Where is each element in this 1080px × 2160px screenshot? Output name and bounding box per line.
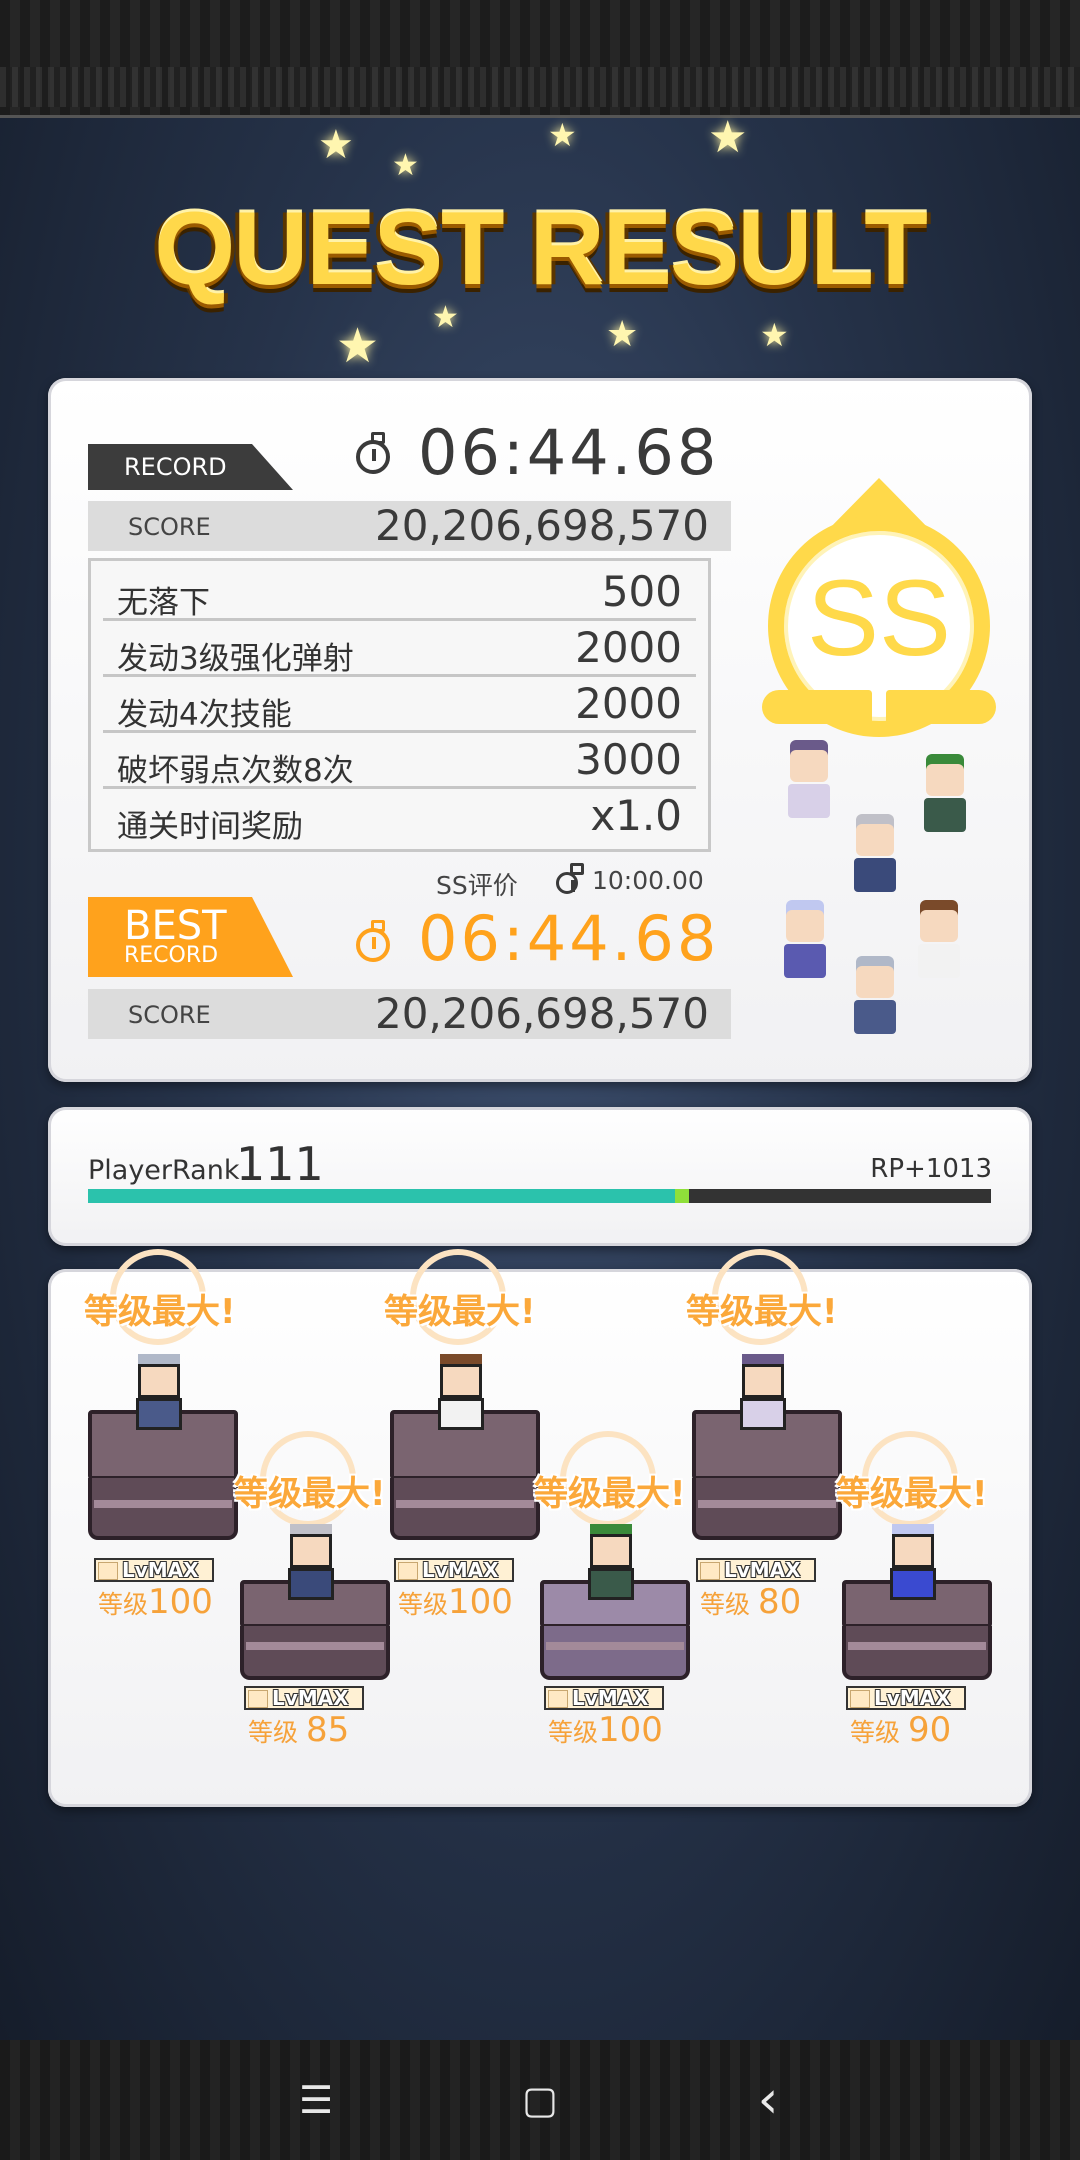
unit-result: 等级最大! LvMAX 等级 85	[234, 1430, 394, 1770]
score-label: SCORE	[128, 1001, 211, 1029]
rank-grade: SS	[806, 557, 952, 678]
menu-button[interactable]: ☰	[286, 2070, 346, 2130]
unit-result: 等级最大! LvMAX 等级 90	[836, 1430, 996, 1770]
lvmax-badge: LvMAX	[94, 1558, 214, 1582]
bonus-value: 2000	[575, 623, 682, 672]
bonus-row: 发动4次技能 2000	[103, 677, 696, 733]
unit-level: 等级 80	[700, 1582, 802, 1622]
bonus-name: 破坏弱点次数8次	[117, 753, 354, 789]
ss-condition-time: 10:00.00	[592, 866, 704, 895]
bonus-name: 发动4次技能	[117, 697, 292, 733]
party-character-sprite	[780, 744, 838, 822]
unit-level: 等级100	[548, 1710, 663, 1750]
unit-level: 等级 90	[850, 1710, 952, 1750]
bonus-row: 无落下 500	[103, 565, 696, 621]
bonus-name: 通关时间奖励	[117, 809, 303, 845]
best-time: 06:44.68	[418, 902, 720, 975]
best-score-bar: SCORE 20,206,698,570	[88, 989, 731, 1039]
level-max-label: 等级最大!	[836, 1474, 988, 1514]
level-max-label: 等级最大!	[384, 1292, 536, 1332]
player-rank-label: PlayerRank	[88, 1155, 240, 1186]
back-button[interactable]: ‹	[738, 2070, 798, 2130]
unit-result: 等级最大! LvMAX 等级100	[384, 1248, 544, 1622]
top-bar	[0, 0, 1080, 118]
bonus-name: 无落下	[117, 585, 210, 621]
record-score-bar: SCORE 20,206,698,570	[88, 501, 731, 551]
character-sprite	[430, 1358, 492, 1432]
ss-wing-icon	[886, 690, 996, 724]
unit-level: 等级100	[398, 1582, 513, 1622]
star-icon: ★	[318, 122, 354, 168]
unit-result: 等级最大! LvMAX 等级100	[534, 1430, 694, 1770]
star-icon: ★	[336, 318, 380, 374]
star-icon: ★	[392, 148, 419, 183]
timer-icon	[356, 432, 390, 474]
character-sprite	[280, 1528, 342, 1602]
bonus-value: 2000	[575, 679, 682, 728]
rp-gained: RP+1013	[870, 1154, 992, 1184]
bonus-row: 发动3级强化弹射 2000	[103, 621, 696, 677]
unit-level: 等级 85	[248, 1710, 350, 1750]
bonus-value: 500	[601, 567, 682, 616]
party-character-sprite	[910, 904, 968, 982]
timer-icon	[556, 863, 584, 894]
bonus-value: 3000	[575, 735, 682, 784]
timer-icon	[356, 920, 390, 962]
lvmax-badge: LvMAX	[544, 1686, 664, 1710]
party-character-sprite	[776, 904, 834, 982]
player-rank-value: 111	[236, 1137, 324, 1191]
bonus-name: 发动3级强化弹射	[117, 641, 354, 677]
level-max-label: 等级最大!	[234, 1474, 386, 1514]
bonus-value: x1.0	[590, 791, 682, 840]
ss-condition-label: SS评价	[436, 871, 518, 900]
lvmax-badge: LvMAX	[394, 1558, 514, 1582]
party-character-sprite	[846, 960, 904, 1038]
character-sprite	[580, 1528, 642, 1602]
bonus-row: 破坏弱点次数8次 3000	[103, 733, 696, 789]
unit-result: 等级最大! LvMAX 等级 80	[686, 1248, 846, 1622]
lvmax-badge: LvMAX	[244, 1686, 364, 1710]
bonus-list: 无落下 500 发动3级强化弹射 2000 发动4次技能 2000 破坏弱点次数…	[88, 558, 711, 852]
rank-progress-fill	[88, 1189, 675, 1203]
ss-wing-icon	[762, 690, 872, 724]
score-label: SCORE	[128, 513, 211, 541]
unit-result: 等级最大! LvMAX 等级100	[84, 1248, 244, 1622]
bonus-row: 通关时间奖励 x1.0	[103, 789, 696, 845]
star-icon: ★	[708, 112, 748, 163]
star-icon: ★	[606, 314, 639, 355]
level-max-label: 等级最大!	[534, 1474, 686, 1514]
character-sprite	[882, 1528, 944, 1602]
best-tag-sub: RECORD	[124, 943, 219, 968]
unit-level: 等级100	[98, 1582, 213, 1622]
level-max-label: 等级最大!	[84, 1292, 236, 1332]
quest-result-title: QUEST RESULT	[154, 191, 927, 307]
rank-progress-tip	[675, 1189, 689, 1203]
best-score: 20,206,698,570	[375, 989, 709, 1038]
star-icon: ★	[548, 116, 577, 154]
party-character-sprite	[916, 758, 974, 836]
lvmax-badge: LvMAX	[696, 1558, 816, 1582]
character-sprite	[732, 1358, 794, 1432]
party-character-sprite	[846, 818, 904, 896]
level-max-label: 等级最大!	[686, 1292, 838, 1332]
character-sprite	[128, 1358, 190, 1432]
star-icon: ★	[760, 316, 789, 354]
record-time: 06:44.68	[418, 416, 720, 489]
home-button[interactable]: ▢	[510, 2070, 570, 2130]
record-score: 20,206,698,570	[375, 501, 709, 550]
lvmax-badge: LvMAX	[846, 1686, 966, 1710]
